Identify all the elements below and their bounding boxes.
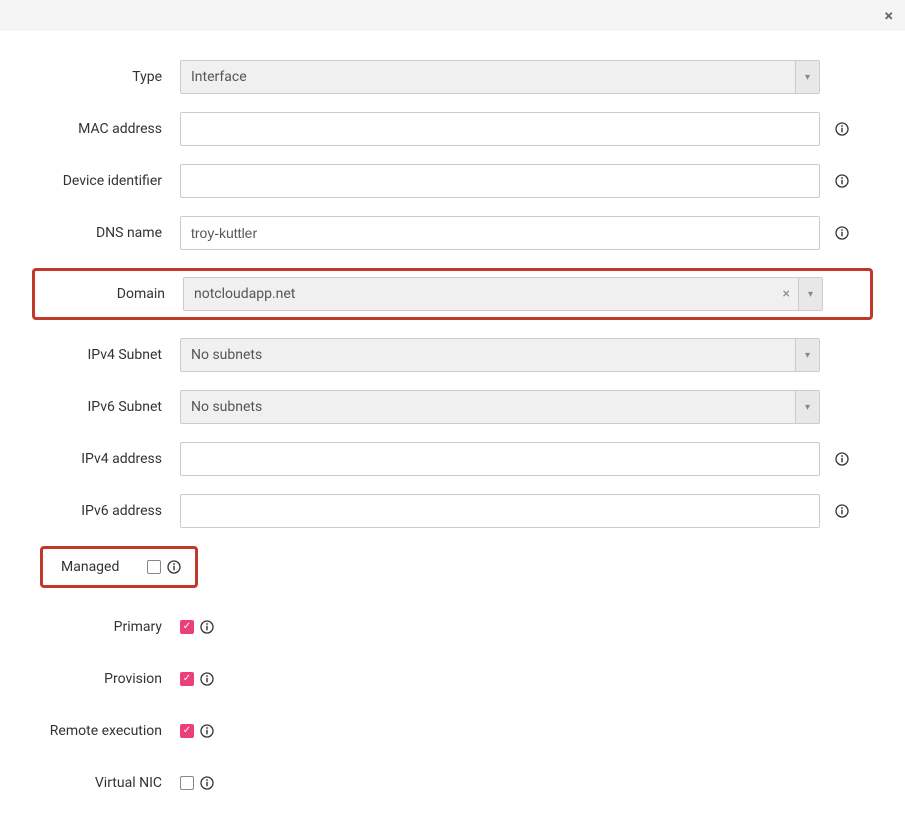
label-ipv4-addr: IPv4 address	[40, 451, 180, 467]
row-type: Type Interface ▾	[40, 60, 865, 94]
row-provision: Provision ✓	[40, 662, 865, 696]
row-ipv6-addr: IPv6 address	[40, 494, 865, 528]
row-mac: MAC address	[40, 112, 865, 146]
highlight-managed: Managed	[40, 546, 198, 588]
chevron-down-icon: ▾	[795, 61, 819, 93]
row-device-id: Device identifier	[40, 164, 865, 198]
row-remote-exec: Remote execution ✓	[40, 714, 865, 748]
domain-select[interactable]: notcloudapp.net × ▾	[183, 277, 823, 311]
type-select[interactable]: Interface ▾	[180, 60, 820, 94]
info-icon[interactable]	[167, 560, 181, 574]
remote-exec-checkbox[interactable]: ✓	[180, 724, 194, 738]
label-primary: Primary	[40, 619, 180, 635]
row-ipv6-subnet: IPv6 Subnet No subnets ▾	[40, 390, 865, 424]
type-select-value: Interface	[181, 69, 795, 85]
chevron-down-icon: ▾	[795, 339, 819, 371]
virtual-nic-checkbox[interactable]	[180, 776, 194, 790]
label-mac: MAC address	[40, 121, 180, 137]
primary-checkbox[interactable]: ✓	[180, 620, 194, 634]
provision-checkbox[interactable]: ✓	[180, 672, 194, 686]
ipv6-subnet-value: No subnets	[181, 399, 795, 415]
row-managed: Managed	[40, 546, 865, 588]
label-virtual-nic: Virtual NIC	[40, 775, 180, 791]
check-icon: ✓	[183, 674, 191, 684]
row-ipv4-subnet: IPv4 Subnet No subnets ▾	[40, 338, 865, 372]
label-domain: Domain	[43, 286, 183, 302]
row-ipv4-addr: IPv4 address	[40, 442, 865, 476]
ipv4-subnet-value: No subnets	[181, 347, 795, 363]
clear-icon[interactable]: ×	[775, 286, 798, 302]
ipv6-addr-input[interactable]	[180, 494, 820, 528]
ipv4-addr-input[interactable]	[180, 442, 820, 476]
label-ipv6-addr: IPv6 address	[40, 503, 180, 519]
label-dns: DNS name	[40, 225, 180, 241]
domain-select-value: notcloudapp.net	[184, 286, 775, 302]
label-ipv6-subnet: IPv6 Subnet	[40, 399, 180, 415]
label-type: Type	[40, 69, 180, 85]
dialog-header: ×	[0, 0, 905, 30]
ipv4-subnet-select[interactable]: No subnets ▾	[180, 338, 820, 372]
managed-checkbox[interactable]	[147, 560, 161, 574]
device-id-input[interactable]	[180, 164, 820, 198]
info-icon[interactable]	[834, 173, 850, 189]
check-icon: ✓	[183, 622, 191, 632]
info-icon[interactable]	[200, 776, 214, 790]
mac-input[interactable]	[180, 112, 820, 146]
row-virtual-nic: Virtual NIC	[40, 766, 865, 800]
info-icon[interactable]	[834, 503, 850, 519]
label-ipv4-subnet: IPv4 Subnet	[40, 347, 180, 363]
row-dns: DNS name	[40, 216, 865, 250]
label-remote-exec: Remote execution	[40, 723, 180, 739]
label-provision: Provision	[40, 671, 180, 687]
info-icon[interactable]	[834, 451, 850, 467]
highlight-domain: Domain notcloudapp.net × ▾	[32, 268, 873, 320]
info-icon[interactable]	[834, 121, 850, 137]
ipv6-subnet-select[interactable]: No subnets ▾	[180, 390, 820, 424]
info-icon[interactable]	[200, 672, 214, 686]
info-icon[interactable]	[200, 724, 214, 738]
info-icon[interactable]	[200, 620, 214, 634]
dns-input[interactable]	[180, 216, 820, 250]
chevron-down-icon: ▾	[798, 278, 822, 310]
chevron-down-icon: ▾	[795, 391, 819, 423]
label-device-id: Device identifier	[40, 173, 180, 189]
row-primary: Primary ✓	[40, 610, 865, 644]
interface-form: Type Interface ▾ MAC address Device iden…	[0, 30, 905, 838]
info-icon[interactable]	[834, 225, 850, 241]
close-icon[interactable]: ×	[885, 6, 894, 25]
label-managed: Managed	[51, 559, 147, 575]
